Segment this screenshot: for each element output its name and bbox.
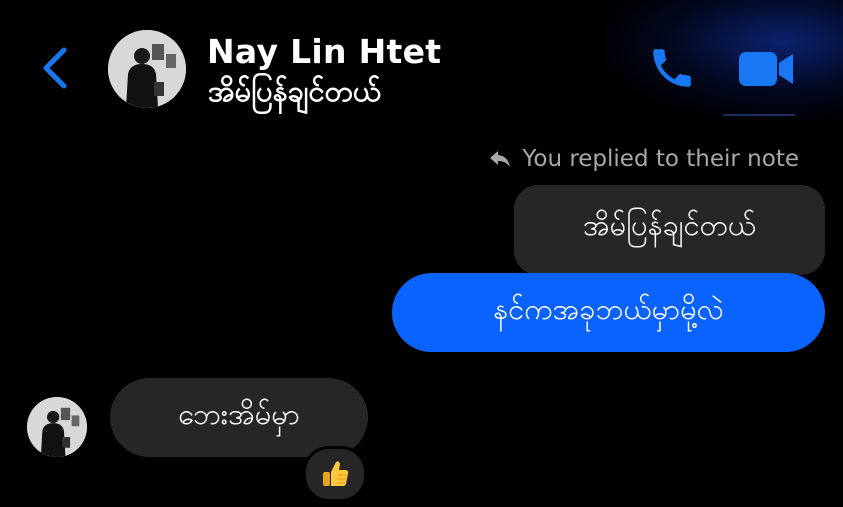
- back-button[interactable]: [38, 46, 74, 90]
- back-arrow-icon: [43, 47, 67, 89]
- sent-message-text: နင်ကအခုဘယ်မှာမို့လဲ: [493, 292, 724, 326]
- thumbs-up-emoji: [323, 461, 349, 486]
- phone-icon: [653, 49, 691, 87]
- reply-note-indicator: You replied to their note: [488, 146, 799, 172]
- reply-note-text: You replied to their note: [522, 146, 799, 172]
- thumbs-up-reaction[interactable]: [303, 446, 367, 502]
- audio-call-button[interactable]: [647, 43, 697, 93]
- reply-arrow-icon: [490, 151, 511, 167]
- avatar-photo: [108, 30, 186, 108]
- contact-status: အိမ်ပြန်ချင်တယ်: [208, 74, 381, 108]
- quoted-note-text: အိမ်ပြန်ချင်တယ်: [583, 208, 756, 242]
- sent-message-bubble[interactable]: နင်ကအခုဘယ်မှာမို့လဲ: [392, 273, 825, 352]
- header-glow: [603, 0, 843, 120]
- video-camera-icon: [739, 52, 793, 86]
- avatar-photo: [27, 397, 87, 457]
- sender-avatar[interactable]: [27, 397, 87, 457]
- quoted-note-bubble[interactable]: အိမ်ပြန်ချင်တယ်: [514, 185, 825, 275]
- received-message-text: ဘေးအိမ်မှာ: [178, 397, 300, 431]
- header-glow-line: [723, 114, 795, 116]
- contact-name[interactable]: Nay Lin Htet: [207, 32, 441, 71]
- video-call-button[interactable]: [737, 48, 797, 90]
- contact-avatar[interactable]: [108, 30, 186, 108]
